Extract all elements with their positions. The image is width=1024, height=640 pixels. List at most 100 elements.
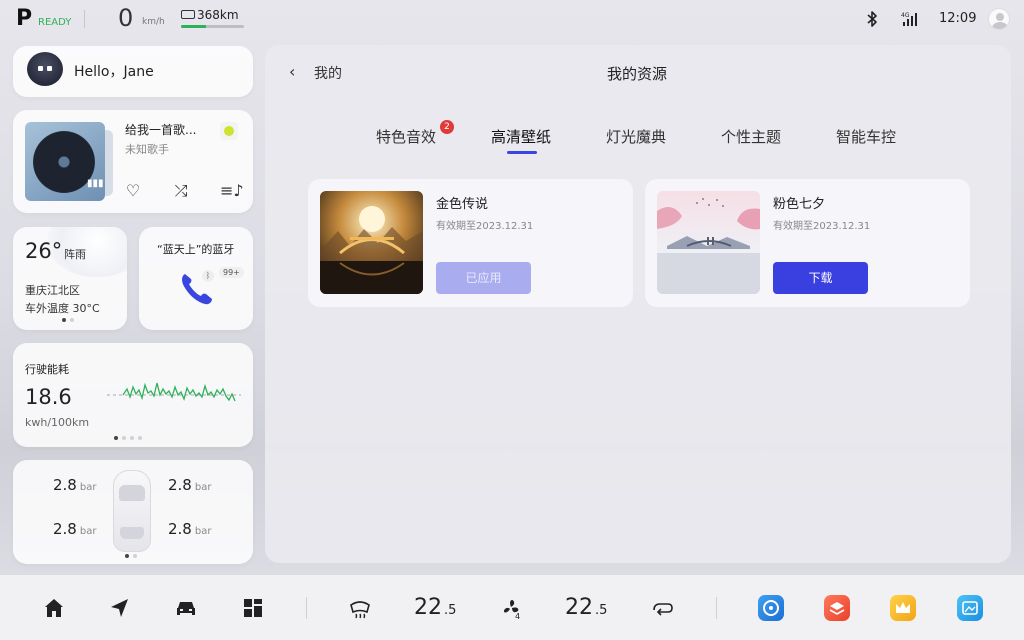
wallpaper-thumbnail[interactable] bbox=[657, 191, 760, 294]
assistant-robot-icon[interactable] bbox=[27, 52, 63, 86]
user-avatar-icon[interactable] bbox=[988, 8, 1010, 30]
vinyl-disc-icon bbox=[33, 131, 95, 193]
tyre-rear-right: 2.8 bar bbox=[168, 520, 211, 538]
page-dots bbox=[62, 318, 74, 322]
range-bar-fill bbox=[181, 25, 207, 28]
energy-sparkline bbox=[107, 382, 241, 402]
greeting-card[interactable]: Hello，Jane bbox=[13, 46, 253, 97]
status-bar: P READY 0 km/h 368km 4G 12:09 bbox=[0, 0, 1024, 40]
tab-lighting[interactable]: 灯光魔典 bbox=[606, 126, 666, 147]
clock: 12:09 bbox=[939, 11, 977, 26]
temp-decimal: .5 bbox=[444, 603, 457, 618]
range-bar bbox=[181, 25, 244, 28]
missed-calls-badge: 99+ bbox=[219, 267, 244, 278]
passenger-temp[interactable]: 22.5 bbox=[565, 595, 607, 620]
gear-indicator: P bbox=[16, 6, 33, 31]
bluetooth-icon[interactable] bbox=[864, 10, 880, 28]
bottom-dock: 22.5 4 22.5 bbox=[0, 575, 1024, 640]
my-resources-panel: ‹ 我的 我的资源 特色音效 2 高清壁纸 灯光魔典 个性主题 智能车控 金色传… bbox=[265, 45, 1011, 563]
tyre-unit: bar bbox=[79, 526, 97, 537]
download-button[interactable]: 下载 bbox=[773, 262, 868, 294]
tyre-value: 2.8 bbox=[53, 520, 77, 538]
home-icon[interactable] bbox=[42, 596, 66, 620]
4g-signal-icon: 4G bbox=[901, 12, 917, 26]
navigation-icon[interactable] bbox=[108, 596, 132, 620]
tyre-unit: bar bbox=[79, 482, 97, 493]
tyre-unit: bar bbox=[194, 482, 212, 493]
energy-value: 18.6 bbox=[25, 385, 72, 409]
wallpaper-expiry: 有效期至2023.12.31 bbox=[773, 221, 871, 232]
ready-indicator: READY bbox=[38, 17, 72, 28]
wallpaper-card[interactable]: 粉色七夕 有效期至2023.12.31 下载 bbox=[645, 179, 970, 307]
page-title: 我的资源 bbox=[607, 65, 668, 83]
bluetooth-icon: ᛒ bbox=[202, 270, 214, 282]
page-dot bbox=[62, 318, 66, 322]
tyre-value: 2.8 bbox=[168, 520, 192, 538]
page-dot bbox=[130, 436, 134, 440]
range-value: 368km bbox=[197, 8, 239, 22]
tab-wallpapers[interactable]: 高清壁纸 bbox=[491, 126, 551, 147]
outside-temp: 车外温度 30°C bbox=[25, 302, 100, 315]
tyre-rear-left: 2.8 bar bbox=[53, 520, 96, 538]
car-range-icon bbox=[181, 10, 195, 19]
car-icon[interactable] bbox=[174, 596, 198, 620]
tyre-front-left: 2.8 bar bbox=[53, 476, 96, 494]
energy-unit: kwh/100km bbox=[25, 416, 90, 429]
bluetooth-device-name: “蓝天上”的蓝牙 bbox=[157, 243, 235, 256]
active-tab-indicator bbox=[507, 151, 537, 154]
tab-themes[interactable]: 个性主题 bbox=[721, 126, 781, 147]
weather-location: 重庆江北区 bbox=[25, 284, 80, 297]
driver-temp[interactable]: 22.5 bbox=[414, 595, 456, 620]
wallpaper-name: 粉色七夕 bbox=[773, 197, 826, 212]
gallery-app-icon[interactable] bbox=[957, 595, 983, 621]
page-dot bbox=[138, 436, 142, 440]
crown-app-icon[interactable] bbox=[890, 595, 916, 621]
heart-icon[interactable]: ♡ bbox=[123, 182, 143, 200]
divider bbox=[716, 597, 717, 619]
back-chevron-icon[interactable]: ‹ bbox=[289, 62, 295, 81]
playlist-icon[interactable]: ≡♪ bbox=[220, 182, 244, 200]
music-app-icon bbox=[220, 122, 238, 140]
bluetooth-phone-card[interactable]: “蓝天上”的蓝牙 ᛒ 99+ bbox=[139, 227, 253, 330]
temp-decimal: .5 bbox=[595, 603, 608, 618]
energy-label: 行驶能耗 bbox=[25, 363, 69, 376]
wallpaper-expiry: 有效期至2023.12.31 bbox=[436, 221, 534, 232]
temp-value: 22 bbox=[414, 595, 442, 620]
music-app-icon[interactable] bbox=[758, 595, 784, 621]
applied-button[interactable]: 已应用 bbox=[436, 262, 531, 294]
wallpaper-card[interactable]: 金色传说 有效期至2023.12.31 已应用 bbox=[308, 179, 633, 307]
weather-card[interactable]: 26° 阵雨 重庆江北区 车外温度 30°C bbox=[13, 227, 127, 330]
defrost-icon[interactable] bbox=[348, 596, 372, 620]
layers-app-icon[interactable] bbox=[824, 595, 850, 621]
wallpaper-name: 金色传说 bbox=[436, 197, 489, 212]
energy-card[interactable]: 行驶能耗 18.6 kwh/100km bbox=[13, 343, 253, 447]
divider bbox=[306, 597, 307, 619]
tyre-value: 2.8 bbox=[168, 476, 192, 494]
greeting-text: Hello，Jane bbox=[74, 64, 154, 80]
speed-unit: km/h bbox=[142, 17, 165, 27]
shuffle-icon[interactable]: ⤮ bbox=[171, 182, 191, 200]
equalizer-icon: ▮▮▮ bbox=[87, 178, 104, 189]
tyre-pressure-card[interactable]: 2.8 bar 2.8 bar 2.8 bar 2.8 bar bbox=[13, 460, 253, 564]
page-dot bbox=[70, 318, 74, 322]
weather-temp: 26° bbox=[25, 239, 63, 263]
album-cover[interactable]: ▮▮▮ bbox=[25, 122, 105, 201]
air-recirculation-icon[interactable] bbox=[651, 596, 675, 620]
tab-vehicle-control[interactable]: 智能车控 bbox=[836, 126, 896, 147]
fan-icon[interactable]: 4 bbox=[499, 596, 523, 620]
music-card[interactable]: ▮▮▮ 给我一首歌... 未知歌手 ♡ ⤮ ≡♪ bbox=[13, 110, 253, 213]
page-dot bbox=[122, 436, 126, 440]
car-top-view-icon bbox=[113, 470, 151, 552]
page-dots bbox=[125, 554, 137, 558]
page-dot bbox=[125, 554, 129, 558]
tab-sound-effects[interactable]: 特色音效 bbox=[376, 126, 436, 147]
wallpaper-thumbnail[interactable] bbox=[320, 191, 423, 294]
svg-text:4G: 4G bbox=[901, 12, 910, 19]
apps-grid-icon[interactable] bbox=[241, 596, 265, 620]
song-artist: 未知歌手 bbox=[125, 143, 169, 156]
song-title: 给我一首歌... bbox=[125, 123, 197, 137]
back-button[interactable]: 我的 bbox=[314, 63, 342, 83]
divider bbox=[84, 10, 85, 28]
tab-badge: 2 bbox=[440, 120, 454, 134]
page-dot bbox=[114, 436, 118, 440]
